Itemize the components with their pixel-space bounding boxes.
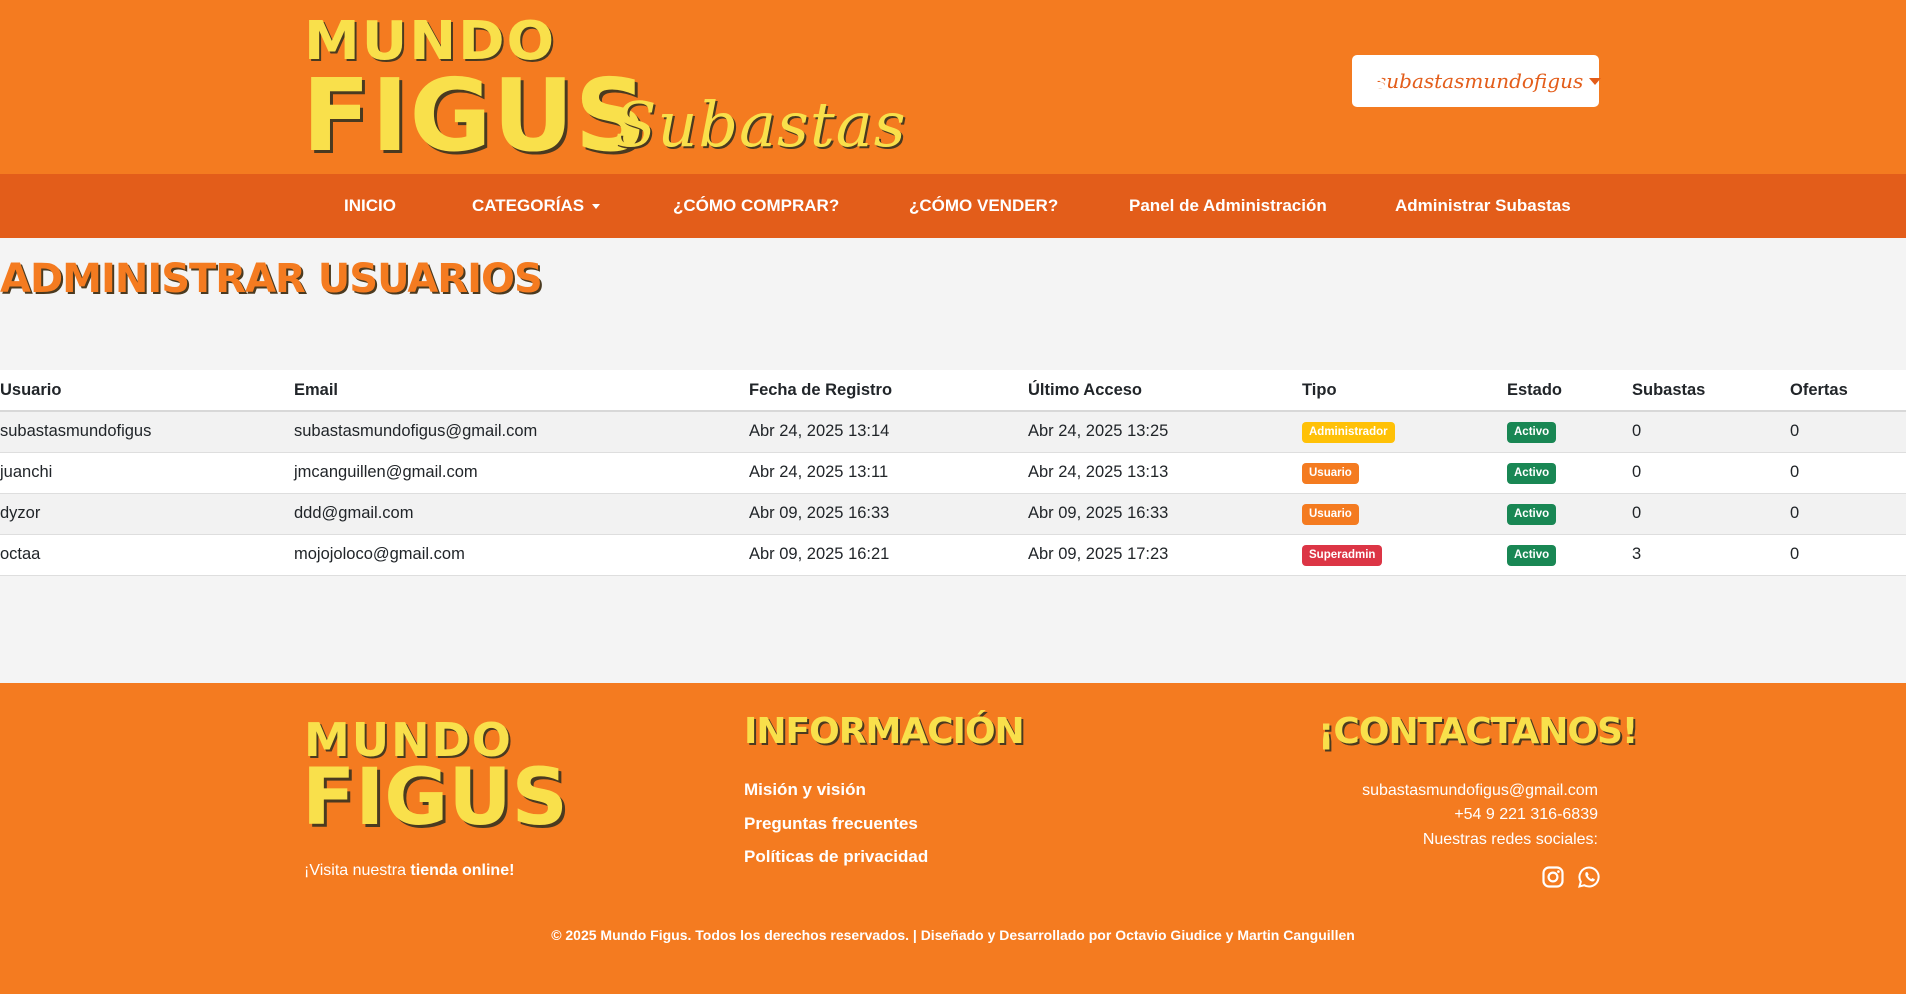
col-header-fecha-registro[interactable]: Fecha de Registro xyxy=(749,370,1028,411)
col-header-subastas[interactable]: Subastas xyxy=(1632,370,1790,411)
cell-registro: Abr 09, 2025 16:33 xyxy=(749,504,890,522)
main-nav: INICIO CATEGORÍAS ¿CÓMO COMPRAR? ¿CÓMO V… xyxy=(0,174,1906,238)
status-badge: Activo xyxy=(1507,503,1557,525)
footer-logo-word-figus: FIGUS xyxy=(302,753,568,843)
info-heading: Información xyxy=(744,711,1025,752)
cell-acceso: Abr 24, 2025 13:25 xyxy=(1028,422,1169,441)
nav-como-vender[interactable]: ¿CÓMO VENDER? xyxy=(909,174,1058,238)
col-header-tipo[interactable]: Tipo xyxy=(1302,370,1507,411)
cell-subastas: 0 xyxy=(1632,422,1642,441)
table-row[interactable]: subastasmundofigus subastasmundofigus@gm… xyxy=(0,411,1906,452)
cell-tipo: Usuario xyxy=(1302,452,1507,493)
user-menu-button[interactable]: subastasmundofigus xyxy=(1352,55,1602,107)
cell-tipo: Administrador xyxy=(1302,411,1507,452)
site-header: MUNDO FIGUS Subastas subastasmundofigus xyxy=(0,0,1906,174)
status-badge: Activo xyxy=(1507,421,1557,443)
page-title: Administrar Usuarios xyxy=(0,256,543,302)
contact-email[interactable]: subastasmundofigus@gmail.com xyxy=(1362,782,1598,800)
cell-registro: Abr 09, 2025 16:21 xyxy=(749,545,890,563)
contact-phone[interactable]: +54 9 221 316-6839 xyxy=(1454,806,1598,824)
cell-estado: Activo xyxy=(1507,493,1632,534)
cell-usuario: octaa xyxy=(0,545,41,563)
role-badge: Usuario xyxy=(1302,462,1359,484)
cell-subastas: 0 xyxy=(1632,504,1642,522)
nav-categorias-dropdown[interactable]: CATEGORÍAS xyxy=(472,174,600,238)
cell-registro: Abr 24, 2025 13:14 xyxy=(749,422,890,441)
status-badge: Activo xyxy=(1507,462,1557,484)
nav-como-comprar[interactable]: ¿CÓMO COMPRAR? xyxy=(673,174,839,238)
nav-panel-administracion[interactable]: Panel de Administración xyxy=(1129,174,1327,238)
copyright-text: © 2025 Mundo Figus. Todos los derechos r… xyxy=(551,927,1355,943)
nav-administrar-subastas[interactable]: Administrar Subastas xyxy=(1395,174,1571,238)
cell-estado: Activo xyxy=(1507,452,1632,493)
col-header-estado[interactable]: Estado xyxy=(1507,370,1632,411)
cell-ofertas: 0 xyxy=(1790,422,1800,441)
cell-email: mojojoloco@gmail.com xyxy=(294,545,465,563)
instagram-icon[interactable] xyxy=(1541,865,1565,889)
cell-ofertas: 0 xyxy=(1790,504,1800,522)
cell-usuario: dyzor xyxy=(0,504,41,522)
status-badge: Activo xyxy=(1507,544,1557,566)
cell-email: subastasmundofigus@gmail.com xyxy=(294,422,538,441)
role-badge: Superadmin xyxy=(1302,544,1383,566)
cell-usuario: subastasmundofigus xyxy=(0,422,152,441)
nav-inicio[interactable]: INICIO xyxy=(344,174,396,238)
social-label: Nuestras redes sociales: xyxy=(1422,831,1598,848)
site-logo[interactable]: MUNDO FIGUS Subastas xyxy=(302,14,906,166)
logo-word-figus: FIGUS xyxy=(302,57,648,174)
role-badge: Administrador xyxy=(1302,421,1395,443)
role-badge: Usuario xyxy=(1302,503,1359,525)
logo-word-subastas: Subastas xyxy=(614,88,907,161)
link-mision-vision[interactable]: Misión y visión xyxy=(744,780,866,800)
table-row[interactable]: dyzor ddd@gmail.com Abr 09, 2025 16:33 A… xyxy=(0,493,1906,534)
cell-tipo: Usuario xyxy=(1302,493,1507,534)
whatsapp-icon[interactable] xyxy=(1577,865,1601,889)
table-row[interactable]: juanchi jmcanguillen@gmail.com Abr 24, 2… xyxy=(0,452,1906,493)
username-label: subastasmundofigus xyxy=(1376,69,1584,93)
table-header-row: Usuario Email Fecha de Registro Último A… xyxy=(0,370,1906,411)
store-link[interactable]: tienda online! xyxy=(410,862,514,879)
cell-ofertas: 0 xyxy=(1790,545,1800,563)
cell-registro: Abr 24, 2025 13:11 xyxy=(749,463,889,481)
cell-email: jmcanguillen@gmail.com xyxy=(294,463,478,481)
col-header-ofertas[interactable]: Ofertas xyxy=(1790,370,1906,411)
visit-prefix: ¡Visita nuestra xyxy=(304,862,411,879)
cell-acceso: Abr 09, 2025 16:33 xyxy=(1028,504,1169,522)
cell-tipo: Superadmin xyxy=(1302,534,1507,575)
users-table: Usuario Email Fecha de Registro Último A… xyxy=(0,370,1906,576)
cell-acceso: Abr 24, 2025 13:13 xyxy=(1028,463,1169,481)
col-header-ultimo-acceso[interactable]: Último Acceso xyxy=(1028,370,1302,411)
cell-subastas: 3 xyxy=(1632,545,1642,563)
footer-logo[interactable]: MUNDO FIGUS xyxy=(302,717,568,837)
cell-acceso: Abr 09, 2025 17:23 xyxy=(1028,545,1169,563)
caret-down-icon xyxy=(1589,77,1602,85)
link-politicas-privacidad[interactable]: Políticas de privacidad xyxy=(744,847,928,867)
cell-email: ddd@gmail.com xyxy=(294,504,414,522)
cell-estado: Activo xyxy=(1507,411,1632,452)
cell-estado: Activo xyxy=(1507,534,1632,575)
col-header-usuario[interactable]: Usuario xyxy=(0,370,294,411)
col-header-email[interactable]: Email xyxy=(294,370,749,411)
cell-ofertas: 0 xyxy=(1790,463,1800,481)
cell-subastas: 0 xyxy=(1632,463,1642,481)
site-footer: MUNDO FIGUS ¡Visita nuestra tienda onlin… xyxy=(0,683,1906,994)
table-row[interactable]: octaa mojojoloco@gmail.com Abr 09, 2025 … xyxy=(0,534,1906,575)
link-preguntas-frecuentes[interactable]: Preguntas frecuentes xyxy=(744,814,918,834)
visit-store-text: ¡Visita nuestra tienda online! xyxy=(304,862,514,880)
cell-usuario: juanchi xyxy=(0,463,53,481)
contact-heading: ¡Contactanos! xyxy=(1318,711,1638,752)
